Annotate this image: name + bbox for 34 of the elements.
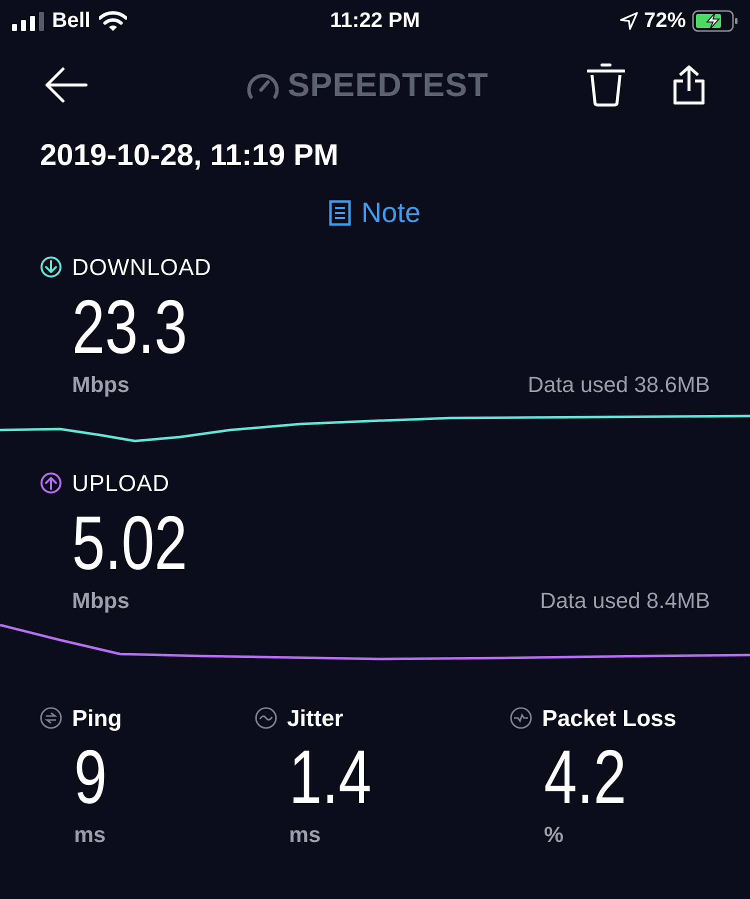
unit-label: Mbps (72, 370, 130, 399)
app-logo: SPEEDTEST (288, 65, 488, 106)
result-value: 23.3 (72, 290, 188, 366)
loss-icon (510, 707, 532, 729)
jitter-icon (255, 707, 277, 729)
unit-label: ms (74, 820, 106, 848)
metric-label: Jitter (287, 704, 344, 733)
result-label: DOWNLOAD (72, 252, 212, 282)
metric-label: Ping (72, 704, 122, 733)
clock-time: 11:22 PM (330, 8, 420, 34)
speedometer-icon (246, 71, 280, 99)
unit-label: % (544, 820, 564, 848)
note-button[interactable]: Note (329, 192, 421, 234)
metric-value: 9 (74, 740, 107, 816)
result-value: 5.02 (72, 506, 188, 582)
unit-label: ms (289, 820, 321, 848)
signal-icon (12, 11, 44, 31)
metric-label: Packet Loss (542, 704, 676, 733)
data-used: Data used 38.6MB (528, 370, 710, 398)
result-label: UPLOAD (72, 468, 170, 498)
metric-value: 1.4 (289, 740, 372, 816)
test-date: 2019-10-28, 11:19 PM (40, 138, 339, 174)
share-button[interactable] (672, 63, 706, 107)
location-arrow-icon (620, 12, 638, 30)
delete-button[interactable] (586, 63, 626, 107)
carrier-name: Bell (52, 8, 91, 34)
ping-icon (40, 707, 62, 729)
note-icon (329, 200, 352, 226)
data-used: Data used 8.4MB (540, 586, 710, 614)
metric-value: 4.2 (544, 740, 626, 816)
unit-label: Mbps (72, 586, 130, 615)
wifi-icon (98, 10, 127, 32)
battery-percent: 72% (644, 8, 686, 34)
battery-charging-icon (692, 10, 738, 32)
